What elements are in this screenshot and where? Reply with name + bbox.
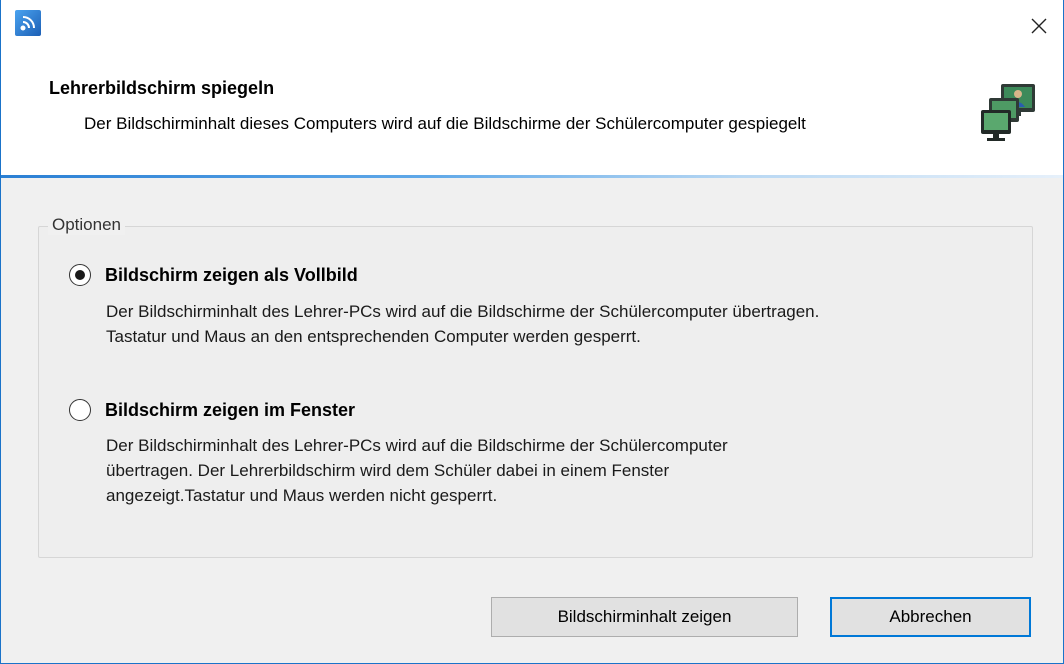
header-divider	[1, 175, 1063, 178]
radio-window[interactable]	[69, 399, 91, 421]
close-button[interactable]	[1017, 6, 1061, 46]
description-line: Der Bildschirminhalt des Lehrer-PCs wird…	[106, 436, 728, 455]
option-fullscreen[interactable]: Bildschirm zeigen als Vollbild	[69, 264, 358, 286]
description-line: Tastatur und Maus an den entsprechenden …	[106, 327, 641, 346]
close-icon	[1031, 18, 1047, 34]
cancel-button[interactable]: Abbrechen	[830, 597, 1031, 637]
radio-selected-dot	[75, 270, 85, 280]
option-fullscreen-label[interactable]: Bildschirm zeigen als Vollbild	[105, 265, 358, 286]
option-fullscreen-description: Der Bildschirminhalt des Lehrer-PCs wird…	[106, 299, 819, 349]
option-window-label[interactable]: Bildschirm zeigen im Fenster	[105, 400, 355, 421]
dialog-description: Der Bildschirminhalt dieses Computers wi…	[84, 114, 806, 133]
broadcast-icon	[15, 10, 41, 36]
dialog-window: Lehrerbildschirm spiegeln Der Bildschirm…	[0, 0, 1064, 664]
description-line: angezeigt.Tastatur und Maus werden nicht…	[106, 486, 498, 505]
description-line: übertragen. Der Lehrerbildschirm wird de…	[106, 461, 670, 480]
options-group-label: Optionen	[48, 215, 125, 235]
option-window[interactable]: Bildschirm zeigen im Fenster	[69, 399, 355, 421]
title-bar	[1, 0, 1063, 60]
radio-fullscreen[interactable]	[69, 264, 91, 286]
computers-icon	[979, 82, 1037, 142]
dialog-title: Lehrerbildschirm spiegeln	[49, 78, 275, 98]
show-screen-button[interactable]: Bildschirminhalt zeigen	[491, 597, 798, 637]
dialog-header: Lehrerbildschirm spiegeln Der Bildschirm…	[1, 60, 1063, 175]
description-line: Der Bildschirminhalt des Lehrer-PCs wird…	[106, 302, 820, 321]
option-window-description: Der Bildschirminhalt des Lehrer-PCs wird…	[106, 433, 728, 508]
